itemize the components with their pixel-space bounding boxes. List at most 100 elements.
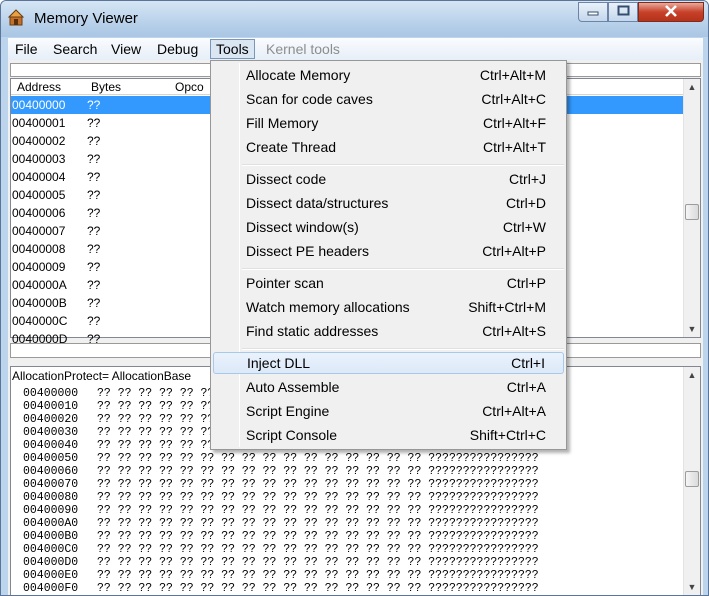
hex-row[interactable]: 004000F0 ?? ?? ?? ?? ?? ?? ?? ?? ?? ?? ??… xyxy=(23,582,539,595)
menu-item-label: Script Console xyxy=(246,427,338,443)
tools-dropdown-menu: Allocate Memory Ctrl+Alt+M Scan for code c… xyxy=(210,60,567,450)
menu-item-label: Watch memory allocations xyxy=(246,299,410,315)
menu-item-shortcut: Ctrl+P xyxy=(506,275,546,291)
menu-item-shortcut: Ctrl+Alt+C xyxy=(481,91,546,107)
scroll-thumb[interactable] xyxy=(685,204,699,220)
maximize-button[interactable] xyxy=(608,2,638,22)
hex-row-bytes: ?? ?? ?? ?? ?? ?? xyxy=(97,387,215,400)
hex-row[interactable]: 00400090 ?? ?? ?? ?? ?? ?? ?? ?? ?? ?? ??… xyxy=(23,504,539,517)
menu-item-shortcut: Ctrl+Alt+S xyxy=(482,323,546,339)
row-address: 00400003 xyxy=(12,152,66,166)
menu-tools[interactable]: Tools xyxy=(210,39,255,59)
menu-item-shortcut: Ctrl+W xyxy=(502,219,546,235)
menu-file[interactable]: File xyxy=(10,39,43,59)
hex-row-bytes: ?? ?? ?? ?? ?? ?? ?? ?? ?? ?? ?? ?? ?? ?… xyxy=(97,543,539,556)
scroll-down-icon[interactable]: ▼ xyxy=(684,579,700,595)
menu-item-dissect-code[interactable]: Dissect code Ctrl+J xyxy=(213,168,564,190)
menu-kernel-tools[interactable]: Kernel tools xyxy=(261,39,345,59)
scroll-thumb[interactable] xyxy=(685,471,699,487)
menu-item-shortcut: Ctrl+A xyxy=(506,379,546,395)
menu-item-dissect-data-structures[interactable]: Dissect data/structures Ctrl+D xyxy=(213,192,564,214)
menu-item-label: Dissect code xyxy=(246,171,327,187)
disassembler-scrollbar[interactable]: ▲ ▼ xyxy=(683,79,700,337)
hex-row[interactable]: 004000B0 ?? ?? ?? ?? ?? ?? ?? ?? ?? ?? ??… xyxy=(23,530,539,543)
menu-search[interactable]: Search xyxy=(48,39,102,59)
row-address: 0040000B xyxy=(12,296,67,310)
hex-row[interactable]: 00400070 ?? ?? ?? ?? ?? ?? ?? ?? ?? ?? ??… xyxy=(23,478,539,491)
menu-item-allocate-memory[interactable]: Allocate Memory Ctrl+Alt+M xyxy=(213,64,564,86)
hex-row-address: 00400080 xyxy=(23,491,79,504)
menu-item-dissect-window-s[interactable]: Dissect window(s) Ctrl+W xyxy=(213,216,564,238)
row-address: 00400004 xyxy=(12,170,66,184)
hex-row-bytes: ?? ?? ?? ?? ?? ?? ?? ?? ?? ?? ?? ?? ?? ?… xyxy=(97,491,539,504)
menu-item-inject-dll[interactable]: Inject DLL Ctrl+I xyxy=(213,352,564,374)
hex-row-address: 00400000 xyxy=(23,387,79,400)
menu-item-label: Find static addresses xyxy=(246,323,379,339)
hex-row[interactable]: 004000A0 ?? ?? ?? ?? ?? ?? ?? ?? ?? ?? ??… xyxy=(23,517,539,530)
column-opcode[interactable]: Opco xyxy=(175,80,204,94)
row-bytes: ?? xyxy=(87,170,101,184)
menu-item-pointer-scan[interactable]: Pointer scan Ctrl+P xyxy=(213,272,564,294)
hex-row-bytes: ?? ?? ?? ?? ?? ?? ?? ?? ?? ?? ?? ?? ?? ?… xyxy=(97,478,539,491)
menu-bar: File Search View Debug Tools Kernel tool… xyxy=(8,38,703,60)
menu-separator xyxy=(242,268,564,270)
menu-item-find-static-addresses[interactable]: Find static addresses Ctrl+Alt+S xyxy=(213,320,564,342)
row-address: 00400005 xyxy=(12,188,66,202)
hex-row[interactable]: 004000E0 ?? ?? ?? ?? ?? ?? ?? ?? ?? ?? ??… xyxy=(23,569,539,582)
hex-row-address: 004000E0 xyxy=(23,569,79,582)
hex-row[interactable]: 00400080 ?? ?? ?? ?? ?? ?? ?? ?? ?? ?? ??… xyxy=(23,491,539,504)
hex-row-address: 00400010 xyxy=(23,400,79,413)
row-bytes: ?? xyxy=(87,260,101,274)
menu-item-label: Auto Assemble xyxy=(246,379,340,395)
minimize-button[interactable] xyxy=(578,2,608,22)
scroll-up-icon[interactable]: ▲ xyxy=(684,367,700,383)
row-address: 0040000A xyxy=(12,278,67,292)
hex-row-bytes: ?? ?? ?? ?? ?? ?? xyxy=(97,400,215,413)
menu-separator xyxy=(242,164,564,166)
menu-item-script-console[interactable]: Script Console Shift+Ctrl+C xyxy=(213,424,564,446)
column-address[interactable]: Address xyxy=(17,80,61,94)
menu-item-label: Dissect data/structures xyxy=(246,195,389,211)
close-button[interactable] xyxy=(638,2,704,22)
row-bytes: ?? xyxy=(87,206,101,220)
hex-row-address: 004000F0 xyxy=(23,582,79,595)
row-address: 00400000 xyxy=(12,98,66,112)
hex-row-address: 004000B0 xyxy=(23,530,79,543)
row-bytes: ?? xyxy=(87,188,101,202)
column-bytes[interactable]: Bytes xyxy=(91,80,121,94)
row-bytes: ?? xyxy=(87,242,101,256)
title-bar[interactable]: Memory Viewer xyxy=(1,1,708,37)
hex-row[interactable]: 004000D0 ?? ?? ?? ?? ?? ?? ?? ?? ?? ?? ??… xyxy=(23,556,539,569)
memory-viewer-window: Memory Viewer File Search View Debug Too… xyxy=(0,0,709,596)
hex-row[interactable]: 004000C0 ?? ?? ?? ?? ?? ?? ?? ?? ?? ?? ??… xyxy=(23,543,539,556)
menu-item-fill-memory[interactable]: Fill Memory Ctrl+Alt+F xyxy=(213,112,564,134)
menu-item-label: Dissect window(s) xyxy=(246,219,359,235)
hex-row-bytes: ?? ?? ?? ?? ?? ?? xyxy=(97,413,215,426)
hex-row-bytes: ?? ?? ?? ?? ?? ?? ?? ?? ?? ?? ?? ?? ?? ?… xyxy=(97,582,539,595)
row-address: 00400006 xyxy=(12,206,66,220)
row-bytes: ?? xyxy=(87,98,101,112)
hex-row-bytes: ?? ?? ?? ?? ?? ?? xyxy=(97,426,215,439)
menu-item-script-engine[interactable]: Script Engine Ctrl+Alt+A xyxy=(213,400,564,422)
menu-item-scan-for-code-caves[interactable]: Scan for code caves Ctrl+Alt+C xyxy=(213,88,564,110)
menu-item-shortcut: Ctrl+Alt+M xyxy=(479,67,546,83)
menu-item-watch-memory-allocations[interactable]: Watch memory allocations Shift+Ctrl+M xyxy=(213,296,564,318)
menu-view[interactable]: View xyxy=(106,39,146,59)
menu-item-dissect-pe-headers[interactable]: Dissect PE headers Ctrl+Alt+P xyxy=(213,240,564,262)
hex-row-address: 00400050 xyxy=(23,452,79,465)
hex-row-address: 004000A0 xyxy=(23,517,79,530)
row-address: 00400001 xyxy=(12,116,66,130)
hex-row-address: 00400090 xyxy=(23,504,79,517)
scroll-down-icon[interactable]: ▼ xyxy=(684,321,700,337)
menu-item-create-thread[interactable]: Create Thread Ctrl+Alt+T xyxy=(213,136,564,158)
hex-row[interactable]: 00400060 ?? ?? ?? ?? ?? ?? ?? ?? ?? ?? ??… xyxy=(23,465,539,478)
scroll-up-icon[interactable]: ▲ xyxy=(684,79,700,95)
menu-item-shortcut: Ctrl+Alt+T xyxy=(482,139,546,155)
menu-debug[interactable]: Debug xyxy=(152,39,203,59)
menu-item-auto-assemble[interactable]: Auto Assemble Ctrl+A xyxy=(213,376,564,398)
menu-item-shortcut: Shift+Ctrl+C xyxy=(469,427,546,443)
hex-row[interactable]: 00400050 ?? ?? ?? ?? ?? ?? ?? ?? ?? ?? ??… xyxy=(23,452,539,465)
hex-row-address: 00400030 xyxy=(23,426,79,439)
hex-scrollbar[interactable]: ▲ ▼ xyxy=(683,367,700,595)
cheat-engine-icon xyxy=(7,8,25,26)
